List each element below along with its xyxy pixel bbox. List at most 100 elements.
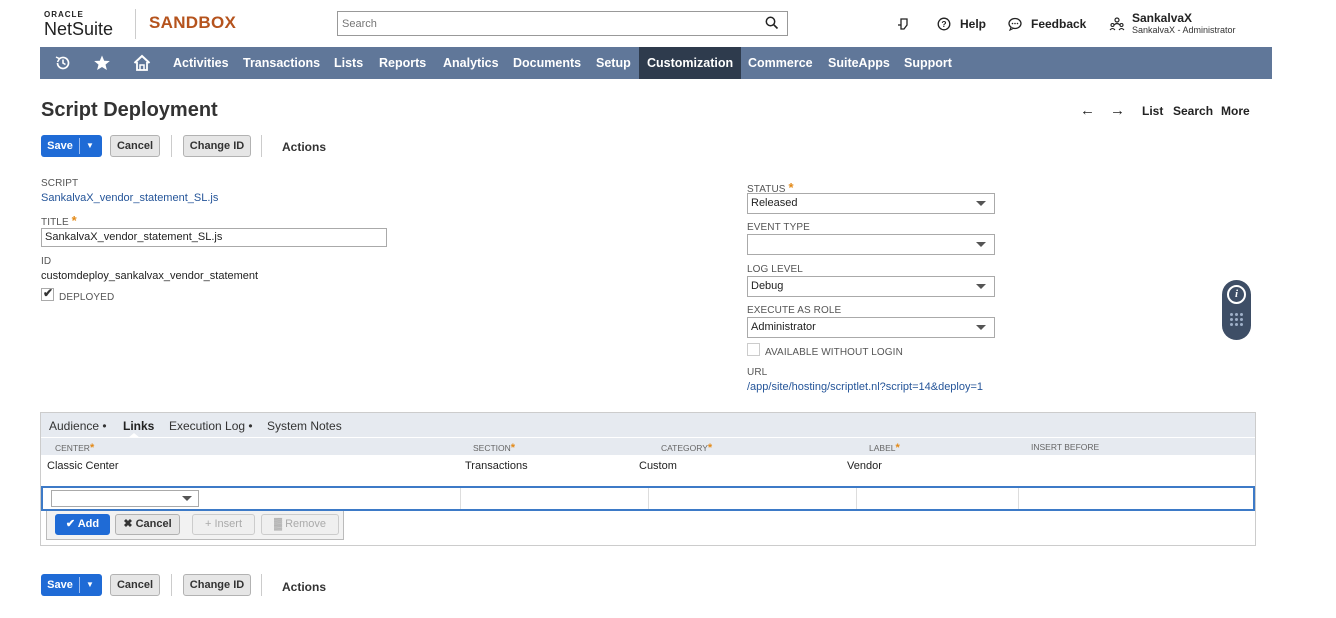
- nav-lists[interactable]: Lists: [334, 47, 363, 79]
- tab-audience[interactable]: Audience •: [49, 419, 107, 433]
- feedback-button[interactable]: Feedback: [1008, 0, 1086, 47]
- chevron-down-icon: [182, 496, 192, 501]
- required-asterisk: *: [707, 442, 713, 454]
- add-line-button[interactable]: ✔ Add: [55, 514, 110, 535]
- nav-transactions[interactable]: Transactions: [243, 47, 320, 79]
- execute-as-role-select[interactable]: Administrator: [747, 317, 995, 338]
- event-type-select[interactable]: [747, 234, 995, 255]
- user-menu[interactable]: SankalvaX SankalvaX - Administrator: [1109, 0, 1236, 47]
- cell-divider: [648, 488, 649, 509]
- list-link[interactable]: List: [1142, 104, 1163, 118]
- save-options-chevron-down-icon[interactable]: ▼: [83, 135, 97, 157]
- new-line-edit-row[interactable]: [41, 486, 1255, 511]
- log-level-select[interactable]: Debug: [747, 276, 995, 297]
- search-link[interactable]: Search: [1173, 104, 1213, 118]
- checkmark-icon: ✔: [65, 518, 76, 530]
- environment-label: SANDBOX: [149, 13, 237, 32]
- subtab-bar: Audience • Links Execution Log • System …: [41, 413, 1255, 438]
- column-header-insert-before: INSERT BEFORE: [1031, 442, 1099, 452]
- log-level-label: LOG LEVEL: [747, 264, 803, 275]
- cancel-line-button[interactable]: ✖ Cancel: [115, 514, 180, 535]
- id-label: ID: [41, 256, 52, 267]
- previous-record-arrow-icon[interactable]: ←: [1080, 103, 1095, 118]
- page-title: Script Deployment: [41, 99, 218, 121]
- script-link[interactable]: SankalvaX_vendor_statement_SL.js: [41, 192, 218, 204]
- feedback-label: Feedback: [1031, 16, 1087, 31]
- tab-system-notes[interactable]: System Notes: [267, 419, 342, 433]
- cell-divider: [856, 488, 857, 509]
- nav-activities[interactable]: Activities: [173, 47, 229, 79]
- feedback-icon: [1008, 17, 1022, 31]
- recent-history-icon[interactable]: [54, 54, 72, 72]
- netsuite-logo[interactable]: ORACLE NetSuite: [44, 10, 113, 39]
- cancel-button-bottom[interactable]: Cancel: [110, 574, 160, 596]
- help-label: Help: [960, 16, 987, 31]
- cell-center: Classic Center: [47, 460, 119, 472]
- nav-customization[interactable]: Customization: [639, 47, 742, 79]
- user-role: SankalvaX - Administrator: [1132, 24, 1236, 35]
- help-button[interactable]: ? Help: [937, 0, 986, 47]
- help-icon: ?: [937, 17, 951, 30]
- logo-oracle-text: ORACLE: [44, 10, 84, 19]
- tab-execution-log[interactable]: Execution Log •: [169, 419, 253, 433]
- actions-menu-bottom[interactable]: Actions: [282, 580, 326, 594]
- deployed-checkbox[interactable]: ✔: [41, 286, 54, 301]
- cell-label: Vendor: [847, 460, 882, 472]
- event-type-label: EVENT TYPE: [747, 222, 810, 233]
- insert-line-button[interactable]: + Insert: [192, 514, 255, 535]
- nav-setup[interactable]: Setup: [596, 47, 631, 79]
- url-link[interactable]: /app/site/hosting/scriptlet.nl?script=14…: [747, 381, 983, 393]
- title-label: TITLE *: [41, 213, 77, 228]
- toolbar-divider: [171, 135, 172, 157]
- favorites-star-icon[interactable]: [93, 54, 111, 72]
- close-icon: ✖: [123, 518, 133, 530]
- search-icon[interactable]: [765, 16, 779, 30]
- trash-icon: ▓: [273, 518, 282, 530]
- tab-links[interactable]: Links: [123, 419, 154, 433]
- nav-commerce[interactable]: Commerce: [748, 47, 813, 79]
- status-value: Released: [751, 197, 798, 209]
- save-split-divider: [79, 577, 80, 593]
- column-header-text: CATEGORY: [661, 443, 708, 453]
- status-select[interactable]: Released: [747, 193, 995, 214]
- svg-text:?: ?: [941, 19, 946, 29]
- script-label: SCRIPT: [41, 178, 79, 189]
- center-select[interactable]: [51, 490, 199, 507]
- save-options-chevron-down-icon[interactable]: ▼: [83, 574, 97, 596]
- nav-analytics[interactable]: Analytics: [443, 47, 499, 79]
- execute-as-role-label: EXECUTE AS ROLE: [747, 305, 842, 316]
- change-id-button[interactable]: Change ID: [183, 135, 251, 157]
- nav-support[interactable]: Support: [904, 47, 952, 79]
- insert-line-label: Insert: [214, 518, 242, 530]
- actions-menu[interactable]: Actions: [282, 140, 326, 154]
- title-input[interactable]: SankalvaX_vendor_statement_SL.js: [41, 228, 387, 247]
- nav-reports[interactable]: Reports: [379, 47, 426, 79]
- table-row[interactable]: Classic Center Transactions Custom Vendo…: [41, 455, 1255, 477]
- grid-dots-icon[interactable]: [1230, 313, 1243, 326]
- home-icon[interactable]: [133, 54, 151, 72]
- chevron-down-icon: [976, 284, 986, 289]
- more-menu[interactable]: More: [1221, 104, 1250, 118]
- recent-records-button[interactable]: [897, 0, 911, 47]
- logo-netsuite-text: NetSuite: [44, 19, 114, 39]
- change-id-button-bottom[interactable]: Change ID: [183, 574, 251, 596]
- next-record-arrow-icon[interactable]: →: [1110, 103, 1125, 118]
- global-search[interactable]: [337, 11, 788, 36]
- search-input[interactable]: [338, 12, 758, 35]
- required-asterisk: *: [89, 442, 95, 454]
- save-button[interactable]: Save ▼: [41, 135, 102, 157]
- cancel-line-label: Cancel: [135, 518, 172, 530]
- remove-line-button[interactable]: ▓ Remove: [261, 514, 339, 535]
- cancel-button[interactable]: Cancel: [110, 135, 160, 157]
- page-info-widget[interactable]: i: [1222, 280, 1251, 340]
- links-grid-header: CENTER* SECTION* CATEGORY* LABEL* INSERT…: [41, 437, 1255, 455]
- deployed-label: DEPLOYED: [59, 292, 115, 303]
- nav-suiteapps[interactable]: SuiteApps: [828, 47, 890, 79]
- recent-records-icon: [898, 17, 908, 30]
- nav-documents[interactable]: Documents: [513, 47, 581, 79]
- available-without-login-checkbox[interactable]: [747, 343, 760, 356]
- info-icon[interactable]: i: [1227, 285, 1246, 304]
- cell-section: Transactions: [465, 460, 528, 472]
- save-button-bottom[interactable]: Save ▼: [41, 574, 102, 596]
- chevron-down-icon: [976, 242, 986, 247]
